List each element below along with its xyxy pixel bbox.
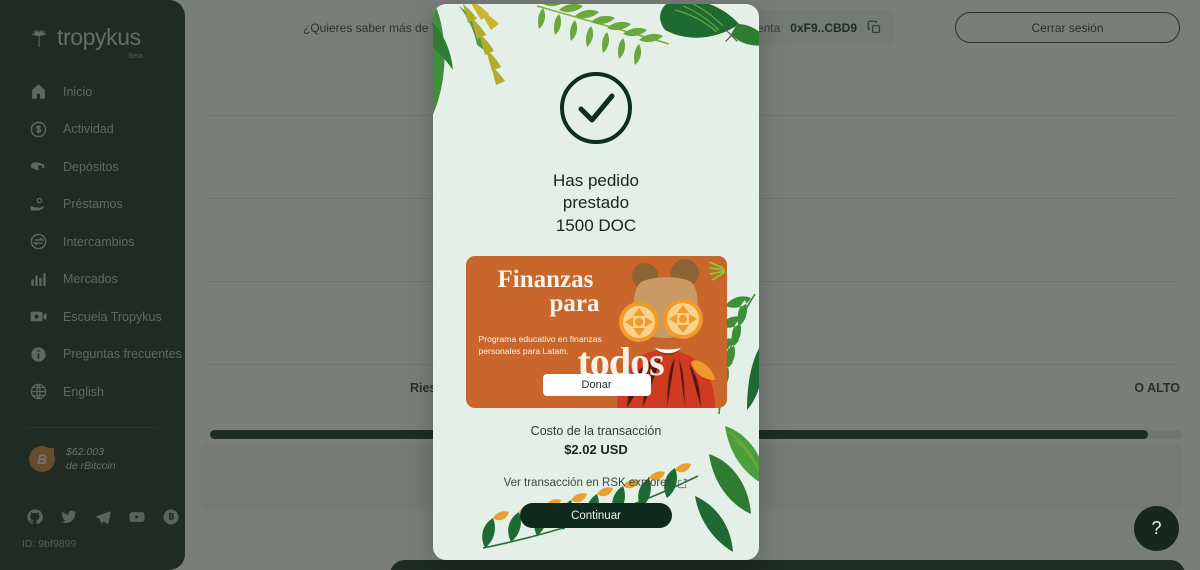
continue-button[interactable]: Continuar	[520, 503, 672, 529]
success-heading: Has pedido prestado 1500 DOC	[433, 170, 759, 237]
donation-promo-card[interactable]: Finanzas para todos Programa educativo e…	[465, 256, 727, 409]
help-button[interactable]: ?	[1134, 506, 1179, 551]
app-root: ¿Quieres saber más de Tropy N° de cuenta…	[0, 0, 1200, 570]
check-circle-icon	[556, 68, 636, 148]
promo-subtitle: Programa educativo en finanzas personale…	[478, 334, 602, 356]
external-link-icon	[677, 478, 688, 489]
success-heading-line1: Has pedido	[552, 171, 639, 190]
promo-title-line2: para	[549, 290, 600, 318]
explorer-link[interactable]: Ver transacción en RSK explorer	[433, 477, 759, 489]
transaction-cost-label: Costo de la transacción	[530, 424, 662, 439]
transaction-cost-value: $2.02 USD	[564, 442, 628, 458]
promo-title: Finanzas para	[498, 267, 600, 318]
question-mark-icon: ?	[1151, 518, 1162, 538]
transaction-success-modal: Has pedido prestado 1500 DOC Finanzas pa…	[433, 4, 759, 560]
explorer-link-label: Ver transacción en RSK explorer	[503, 477, 671, 490]
success-heading-line2: prestado	[562, 193, 630, 213]
success-amount: 1500 DOC	[555, 215, 637, 235]
modal-body: Has pedido prestado 1500 DOC Finanzas pa…	[433, 4, 759, 529]
donate-button[interactable]: Donar	[542, 374, 651, 397]
close-icon[interactable]	[722, 26, 741, 45]
